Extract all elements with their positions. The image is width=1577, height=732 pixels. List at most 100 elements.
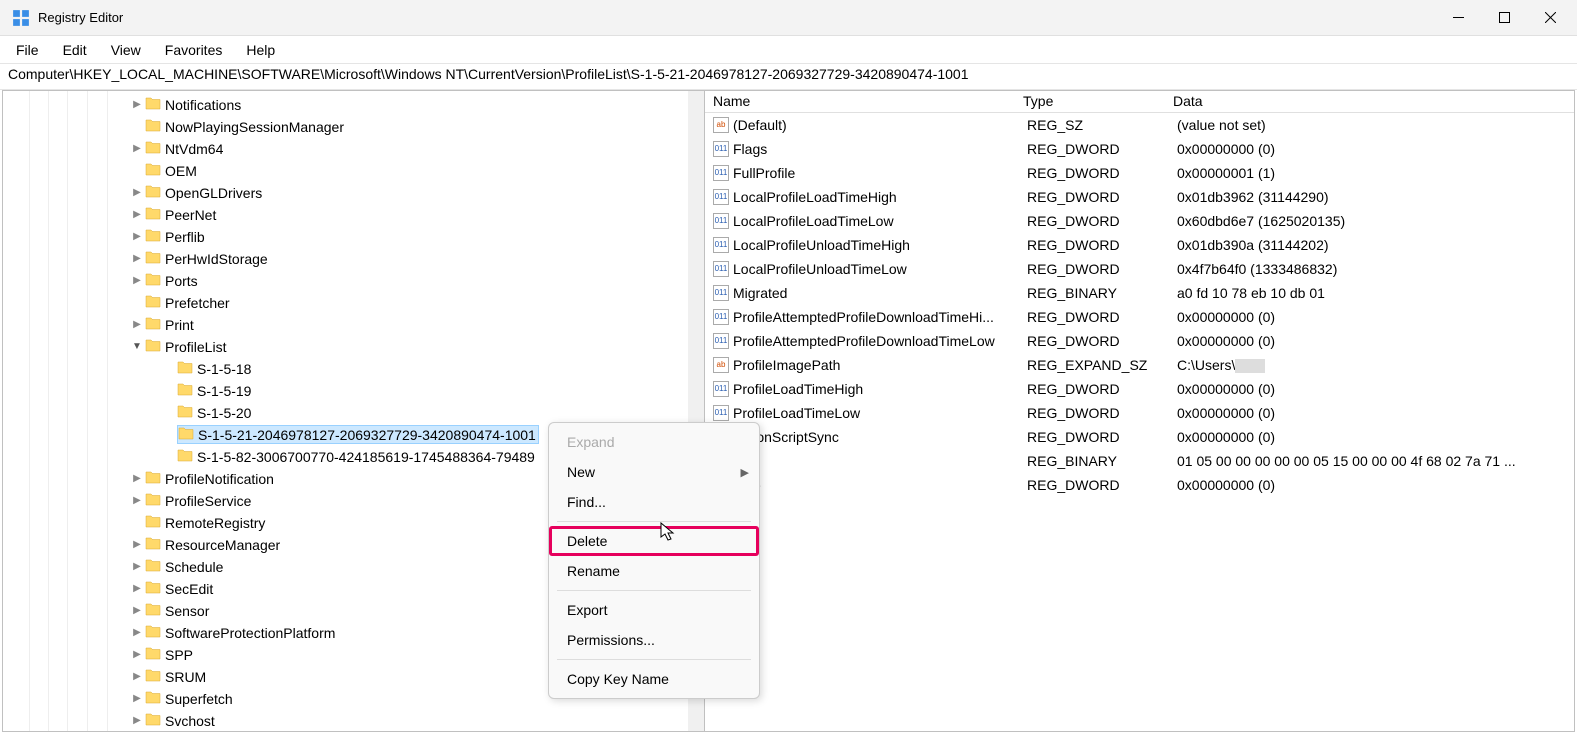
tree-item[interactable]: S-1-5-18	[3, 357, 704, 379]
tree-item[interactable]: S-1-5-19	[3, 379, 704, 401]
value-row[interactable]: 011FullProfileREG_DWORD0x00000001 (1)	[705, 161, 1574, 185]
value-name: LocalProfileUnloadTimeHigh	[733, 237, 1019, 253]
value-row[interactable]: 011ProfileLoadTimeHighREG_DWORD0x0000000…	[705, 377, 1574, 401]
address-bar[interactable]: Computer\HKEY_LOCAL_MACHINE\SOFTWARE\Mic…	[0, 64, 1577, 90]
tree-item[interactable]: ▶Svchost	[3, 709, 704, 731]
expander-icon[interactable]: ▶	[131, 693, 143, 704]
ctx-export[interactable]: Export	[549, 595, 759, 625]
expander-icon[interactable]: ▶	[131, 495, 143, 506]
ctx-delete[interactable]: Delete	[549, 526, 759, 556]
value-data: 0x01db3962 (31144290)	[1169, 189, 1574, 205]
expander-icon[interactable]: ▶	[131, 561, 143, 572]
expander-icon[interactable]: ▶	[131, 473, 143, 484]
expander-icon[interactable]: ▶	[131, 583, 143, 594]
value-row[interactable]: 011LogonScriptSyncREG_DWORD0x00000000 (0…	[705, 425, 1574, 449]
tree-item[interactable]: ▶Print	[3, 313, 704, 335]
value-row[interactable]: eREG_DWORD0x00000000 (0)	[705, 473, 1574, 497]
expander-icon[interactable]: ▼	[131, 341, 143, 352]
folder-icon	[178, 426, 194, 440]
value-row[interactable]: REG_BINARY01 05 00 00 00 00 00 05 15 00 …	[705, 449, 1574, 473]
expander-icon[interactable]: ▶	[131, 539, 143, 550]
expander-icon[interactable]: ▶	[131, 99, 143, 110]
ctx-separator	[557, 521, 751, 522]
ctx-permissions[interactable]: Permissions...	[549, 625, 759, 655]
menu-file[interactable]: File	[4, 38, 51, 62]
value-row[interactable]: 011FlagsREG_DWORD0x00000000 (0)	[705, 137, 1574, 161]
value-data: 0x00000000 (0)	[1169, 381, 1574, 397]
tree-item[interactable]: ▶PeerNet	[3, 203, 704, 225]
value-type: REG_DWORD	[1019, 405, 1169, 421]
folder-icon	[145, 118, 161, 132]
tree-item[interactable]: ▶OpenGLDrivers	[3, 181, 704, 203]
value-row[interactable]: 011ProfileAttemptedProfileDownloadTimeHi…	[705, 305, 1574, 329]
value-row[interactable]: 011LocalProfileLoadTimeLowREG_DWORD0x60d…	[705, 209, 1574, 233]
folder-icon	[145, 206, 161, 220]
value-type: REG_SZ	[1019, 117, 1169, 133]
value-row[interactable]: ab(Default)REG_SZ(value not set)	[705, 113, 1574, 137]
value-row[interactable]: 011LocalProfileUnloadTimeLowREG_DWORD0x4…	[705, 257, 1574, 281]
expander-icon[interactable]: ▶	[131, 671, 143, 682]
value-row[interactable]: 011LocalProfileUnloadTimeHighREG_DWORD0x…	[705, 233, 1574, 257]
tree-item-label: PerHwIdStorage	[165, 251, 268, 267]
tree-item[interactable]: S-1-5-20	[3, 401, 704, 423]
value-row[interactable]: 011MigratedREG_BINARYa0 fd 10 78 eb 10 d…	[705, 281, 1574, 305]
value-name: LocalProfileLoadTimeHigh	[733, 189, 1019, 205]
col-type[interactable]: Type	[1015, 91, 1165, 112]
menu-help[interactable]: Help	[234, 38, 287, 62]
menu-view[interactable]: View	[99, 38, 153, 62]
folder-icon	[177, 404, 193, 418]
value-data: 0x00000000 (0)	[1169, 309, 1574, 325]
tree-item[interactable]: ▶ PerHwIdStorage	[3, 247, 704, 269]
ctx-find[interactable]: Find...	[549, 487, 759, 517]
col-name[interactable]: Name	[705, 91, 1015, 112]
tree-item[interactable]: OEM	[3, 159, 704, 181]
value-row[interactable]: 011ProfileAttemptedProfileDownloadTimeLo…	[705, 329, 1574, 353]
tree-item[interactable]: ▼ProfileList	[3, 335, 704, 357]
window-controls	[1435, 0, 1573, 36]
expander-icon[interactable]: ▶	[131, 715, 143, 726]
value-name: LocalProfileUnloadTimeLow	[733, 261, 1019, 277]
ctx-copy-key-name[interactable]: Copy Key Name	[549, 664, 759, 694]
folder-icon	[145, 536, 161, 550]
expander-icon[interactable]: ▶	[131, 187, 143, 198]
tree-item[interactable]: Prefetcher	[3, 291, 704, 313]
expander-icon[interactable]: ▶	[131, 649, 143, 660]
folder-icon	[145, 470, 161, 484]
ctx-rename[interactable]: Rename	[549, 556, 759, 586]
value-data: 01 05 00 00 00 00 00 05 15 00 00 00 4f 6…	[1169, 453, 1574, 469]
expander-icon[interactable]: ▶	[131, 627, 143, 638]
tree-item[interactable]: ▶Notifications	[3, 93, 704, 115]
expander-icon[interactable]: ▶	[131, 275, 143, 286]
folder-icon	[145, 294, 161, 308]
folder-icon	[177, 382, 193, 396]
expander-icon[interactable]: ▶	[131, 209, 143, 220]
col-data[interactable]: Data	[1165, 91, 1574, 112]
tree-item-label: ResourceManager	[165, 537, 280, 553]
expander-icon[interactable]: ▶	[131, 143, 143, 154]
folder-icon	[145, 690, 161, 704]
value-data: 0x00000000 (0)	[1169, 429, 1574, 445]
tree-item[interactable]: ▶Ports	[3, 269, 704, 291]
value-name: ProfileLoadTimeHigh	[733, 381, 1019, 397]
expander-icon[interactable]: ▶	[131, 605, 143, 616]
tree-item[interactable]: NowPlayingSessionManager	[3, 115, 704, 137]
menu-edit[interactable]: Edit	[51, 38, 99, 62]
expander-icon[interactable]: ▶	[131, 231, 143, 242]
close-button[interactable]	[1527, 0, 1573, 36]
binary-icon: 011	[713, 189, 729, 205]
tree-item[interactable]: ▶Perflib	[3, 225, 704, 247]
value-type: REG_BINARY	[1019, 285, 1169, 301]
value-row[interactable]: abProfileImagePathREG_EXPAND_SZC:\Users\	[705, 353, 1574, 377]
minimize-button[interactable]	[1435, 0, 1481, 36]
ctx-new[interactable]: New▶	[549, 457, 759, 487]
value-type: REG_DWORD	[1019, 429, 1169, 445]
expander-icon[interactable]: ▶	[131, 319, 143, 330]
maximize-button[interactable]	[1481, 0, 1527, 36]
value-row[interactable]: 011ProfileLoadTimeLowREG_DWORD0x00000000…	[705, 401, 1574, 425]
binary-icon: 011	[713, 309, 729, 325]
menu-favorites[interactable]: Favorites	[153, 38, 235, 62]
expander-icon[interactable]: ▶	[131, 253, 143, 264]
value-row[interactable]: 011LocalProfileLoadTimeHighREG_DWORD0x01…	[705, 185, 1574, 209]
folder-icon	[177, 448, 193, 462]
tree-item[interactable]: ▶NtVdm64	[3, 137, 704, 159]
